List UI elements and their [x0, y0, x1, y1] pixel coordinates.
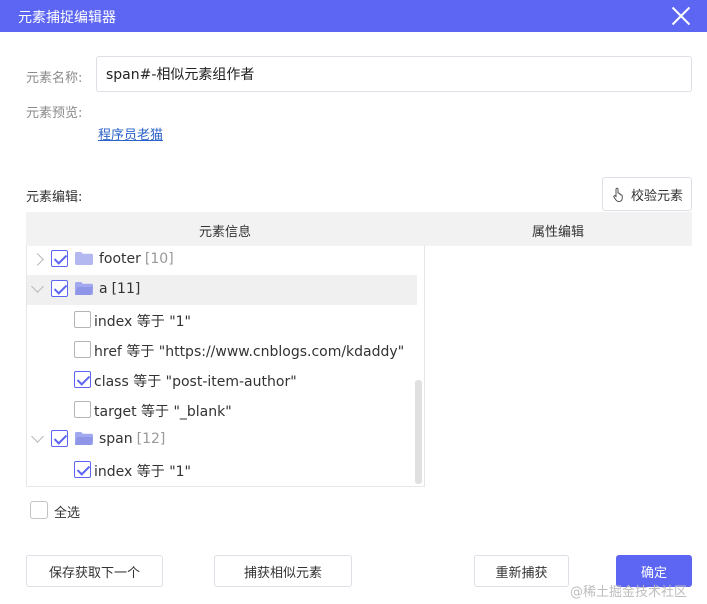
folder-open-icon	[75, 282, 93, 295]
watermark: @稀土掘金技术社区	[570, 585, 688, 600]
save-and-next-button[interactable]: 保存获取下一个	[26, 555, 163, 587]
window-title: 元素捕捉编辑器	[18, 10, 116, 26]
element-preview-link[interactable]: 程序员老猫	[98, 124, 163, 143]
tree-node-a[interactable]: a [11]	[27, 275, 417, 305]
node-count: [12]	[136, 431, 166, 447]
column-element-info: 元素信息	[198, 225, 251, 240]
folder-open-icon	[75, 432, 93, 445]
tree-attr-target[interactable]: target 等于 "_blank"	[27, 395, 417, 425]
tree-scrollbar[interactable]	[415, 380, 422, 484]
node-count: [11]	[111, 281, 141, 297]
tree-attr-class[interactable]: class 等于 "post-item-author"	[27, 365, 417, 395]
close-icon[interactable]	[668, 3, 694, 29]
element-tree[interactable]: footer [10] a [11] index 等于 "1" href 等于 "h…	[26, 246, 425, 487]
checkbox-attr-index[interactable]	[74, 311, 91, 328]
chevron-down-icon[interactable]	[31, 430, 44, 443]
element-name-input[interactable]	[96, 56, 692, 92]
recapture-button[interactable]: 重新捕获	[474, 555, 569, 587]
column-attribute-edit: 属性编辑	[531, 225, 584, 240]
attr-label: target 等于 "_blank"	[94, 404, 232, 420]
node-count: [10]	[144, 251, 174, 267]
node-label: a	[99, 281, 108, 297]
verify-element-button[interactable]: 校验元素	[602, 177, 692, 211]
checkbox-attr-index-span[interactable]	[74, 461, 91, 478]
checkbox-attr-href[interactable]	[74, 341, 91, 358]
attr-label: href 等于 "https://www.cnblogs.com/kdaddy"	[94, 344, 405, 360]
attr-label: index 等于 "1"	[94, 314, 191, 330]
checkbox-attr-class[interactable]	[74, 371, 91, 388]
select-all-checkbox[interactable]	[30, 501, 48, 519]
element-preview-label: 元素预览:	[26, 106, 83, 121]
checkbox-span[interactable]	[51, 430, 68, 447]
tree-attr-index[interactable]: index 等于 "1"	[27, 305, 417, 335]
verify-element-label: 校验元素	[630, 187, 683, 203]
attr-label: index 等于 "1"	[94, 464, 191, 480]
node-label: span	[99, 431, 133, 447]
hand-pointer-icon	[613, 187, 623, 202]
tree-attr-href[interactable]: href 等于 "https://www.cnblogs.com/kdaddy"	[27, 335, 417, 365]
tree-node-span[interactable]: span [12]	[27, 425, 417, 455]
element-name-label: 元素名称:	[26, 71, 83, 86]
checkbox-footer[interactable]	[51, 250, 68, 267]
checkbox-attr-target[interactable]	[74, 401, 91, 418]
title-bar: 元素捕捉编辑器	[0, 0, 707, 32]
tree-attr-index-span[interactable]: index 等于 "1"	[27, 455, 417, 485]
tree-node-footer[interactable]: footer [10]	[27, 246, 417, 275]
folder-icon	[75, 252, 93, 265]
checkbox-a[interactable]	[51, 280, 68, 297]
chevron-down-icon[interactable]	[31, 280, 44, 293]
select-all-label: 全选	[54, 506, 81, 521]
table-header: 元素信息 属性编辑	[26, 212, 692, 246]
attr-label: class 等于 "post-item-author"	[94, 374, 297, 390]
capture-similar-button[interactable]: 捕获相似元素	[214, 555, 352, 587]
chevron-right-icon[interactable]	[31, 253, 44, 266]
element-edit-title: 元素编辑:	[26, 190, 83, 205]
node-label: footer	[99, 251, 141, 267]
